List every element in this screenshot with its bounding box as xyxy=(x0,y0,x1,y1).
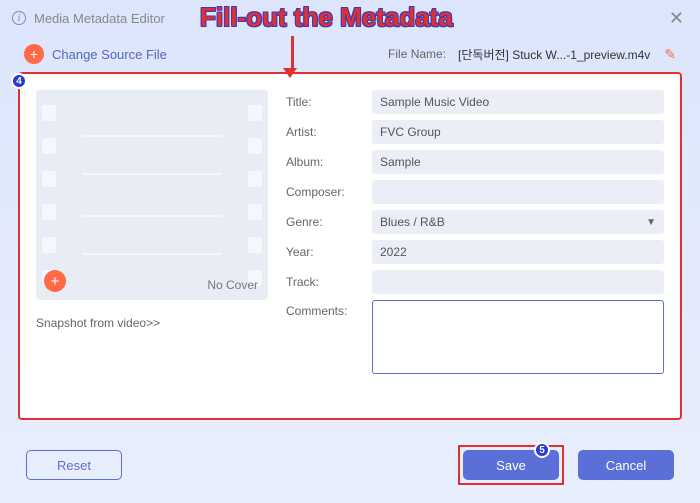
artist-label: Artist: xyxy=(286,125,364,139)
cover-preview: + No Cover xyxy=(36,90,268,300)
filename-value: [단독버전] Stuck W...-1_preview.m4v xyxy=(458,46,650,63)
film-frame-icon xyxy=(82,135,222,255)
composer-label: Composer: xyxy=(286,185,364,199)
title-label: Title: xyxy=(286,95,364,109)
year-input[interactable] xyxy=(372,240,664,264)
album-label: Album: xyxy=(286,155,364,169)
step-badge-5: 5 xyxy=(534,442,550,458)
annotation-text: Fill-out the Metadata xyxy=(200,2,453,33)
artist-input[interactable] xyxy=(372,120,664,144)
album-input[interactable] xyxy=(372,150,664,174)
footer: Reset Save Cancel xyxy=(0,445,700,485)
reset-button[interactable]: Reset xyxy=(26,450,122,480)
cancel-button[interactable]: Cancel xyxy=(578,450,674,480)
filename-label: File Name: xyxy=(388,47,446,61)
toolbar: + Change Source File File Name: [단독버전] S… xyxy=(0,36,700,72)
genre-label: Genre: xyxy=(286,215,364,229)
title-input[interactable] xyxy=(372,90,664,114)
comments-label: Comments: xyxy=(286,300,364,318)
snapshot-link[interactable]: Snapshot from video>> xyxy=(36,316,268,330)
add-cover-button[interactable]: + xyxy=(44,270,66,292)
track-label: Track: xyxy=(286,275,364,289)
film-strip-icon xyxy=(248,90,262,300)
no-cover-label: No Cover xyxy=(207,278,258,292)
main-panel: + No Cover Snapshot from video>> Title: … xyxy=(18,72,682,420)
close-icon[interactable]: ✕ xyxy=(665,4,688,33)
metadata-form: Title: Artist: Album: Composer: Genre: B… xyxy=(286,90,664,402)
step-badge-4: 4 xyxy=(11,73,27,89)
track-input[interactable] xyxy=(372,270,664,294)
comments-input[interactable] xyxy=(372,300,664,374)
genre-select[interactable]: Blues / R&B ▼ xyxy=(372,210,664,234)
add-source-button[interactable]: + xyxy=(24,44,44,64)
edit-filename-icon[interactable]: ✎ xyxy=(664,46,676,63)
annotation-arrow xyxy=(288,36,297,78)
composer-input[interactable] xyxy=(372,180,664,204)
change-source-link[interactable]: Change Source File xyxy=(52,47,167,62)
info-icon: i xyxy=(12,11,26,25)
genre-value: Blues / R&B xyxy=(380,215,445,229)
chevron-down-icon: ▼ xyxy=(646,217,656,228)
film-strip-icon xyxy=(42,90,56,300)
year-label: Year: xyxy=(286,245,364,259)
